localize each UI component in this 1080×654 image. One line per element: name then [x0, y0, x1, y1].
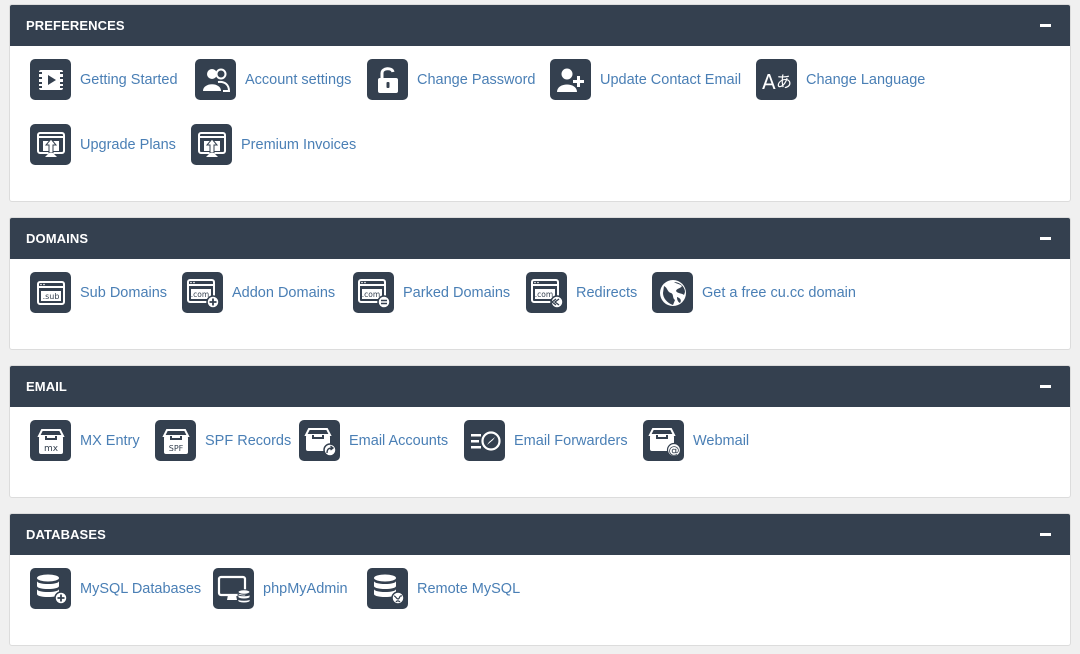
item-free-cu-cc-domain[interactable]: Get a free cu.cc domain: [652, 272, 856, 313]
video-play-icon: [30, 59, 71, 100]
users-icon: [195, 59, 236, 100]
item-change-language[interactable]: Aあ Change Language: [756, 59, 925, 100]
item-getting-started[interactable]: Getting Started: [30, 59, 178, 100]
panel-header-domains[interactable]: DOMAINS: [10, 218, 1070, 259]
item-label: MySQL Databases: [80, 580, 202, 597]
item-label: Parked Domains: [403, 284, 511, 301]
item-update-contact-email[interactable]: Update Contact Email: [550, 59, 741, 100]
svg-text:SPF: SPF: [168, 444, 183, 453]
item-upgrade-plans[interactable]: Upgrade Plans: [30, 124, 176, 165]
unlock-icon: [367, 59, 408, 100]
item-label: Email Forwarders: [514, 432, 628, 449]
panel-header-preferences[interactable]: PREFERENCES: [10, 5, 1070, 46]
database-add-icon: [30, 568, 71, 609]
item-label: Account settings: [245, 71, 352, 88]
item-label: Redirects: [576, 284, 638, 301]
item-label: SPF Records: [205, 432, 292, 449]
svg-text:.com: .com: [534, 290, 552, 299]
browser-upload-icon: [191, 124, 232, 165]
translate-icon: Aあ: [756, 59, 797, 100]
collapse-button[interactable]: [1038, 380, 1052, 394]
add-user-icon: [550, 59, 591, 100]
svg-text:.sub: .sub: [42, 292, 59, 301]
item-mysql-databases[interactable]: MySQL Databases: [30, 568, 201, 609]
item-spf-records[interactable]: SPF SPF Records: [155, 420, 291, 461]
item-premium-invoices[interactable]: Premium Invoices: [191, 124, 356, 165]
browser-upload-icon: [30, 124, 71, 165]
item-label: Update Contact Email: [600, 71, 742, 88]
item-email-forwarders[interactable]: Email Forwarders: [464, 420, 628, 461]
item-remote-mysql[interactable]: Remote MySQL: [367, 568, 520, 609]
svg-text:A: A: [762, 70, 776, 93]
email-forward-icon: [464, 420, 505, 461]
item-phpmyadmin[interactable]: phpMyAdmin: [213, 568, 348, 609]
minus-icon: [1039, 237, 1051, 240]
item-redirects[interactable]: .com Redirects: [526, 272, 637, 313]
svg-text:.com: .com: [361, 290, 379, 299]
mailbox-at-icon: @: [643, 420, 684, 461]
item-label: Premium Invoices: [241, 136, 357, 153]
item-email-accounts[interactable]: Email Accounts: [299, 420, 448, 461]
database-remote-icon: [367, 568, 408, 609]
svg-text:mx: mx: [43, 444, 58, 454]
item-sub-domains[interactable]: .sub Sub Domains: [30, 272, 167, 313]
item-account-settings[interactable]: Account settings: [195, 59, 351, 100]
panel-title: DOMAINS: [26, 231, 89, 246]
mailbox-spf-icon: SPF: [155, 420, 196, 461]
item-label: MX Entry: [80, 432, 140, 449]
svg-text:@: @: [668, 444, 679, 457]
panel-databases: DATABASES MySQL Databases phpMyAdmin Rem…: [9, 513, 1071, 646]
minus-icon: [1039, 24, 1051, 27]
collapse-button[interactable]: [1038, 19, 1052, 33]
collapse-button[interactable]: [1038, 232, 1052, 246]
collapse-button[interactable]: [1038, 528, 1052, 542]
panel-title: PREFERENCES: [26, 18, 125, 33]
panel-title: DATABASES: [26, 527, 106, 542]
panel-header-email[interactable]: EMAIL: [10, 366, 1070, 407]
item-label: Remote MySQL: [417, 580, 521, 597]
mailbox-share-icon: [299, 420, 340, 461]
panel-preferences: PREFERENCES Getting Started Account sett…: [9, 4, 1071, 202]
item-label: Email Accounts: [349, 432, 449, 449]
panel-title: EMAIL: [26, 379, 67, 394]
item-label: Addon Domains: [232, 284, 336, 301]
mailbox-mx-icon: mx: [30, 420, 71, 461]
item-addon-domains[interactable]: .com Addon Domains: [182, 272, 335, 313]
item-webmail[interactable]: @ Webmail: [643, 420, 749, 461]
sub-domain-icon: .sub: [30, 272, 71, 313]
globe-icon: [652, 272, 693, 313]
panel-email: EMAIL mx MX Entry SPF SPF Records Email …: [9, 365, 1071, 498]
item-change-password[interactable]: Change Password: [367, 59, 536, 100]
panel-header-databases[interactable]: DATABASES: [10, 514, 1070, 555]
panel-domains: DOMAINS .sub Sub Domains .com Addon Doma…: [9, 217, 1071, 350]
item-label: Get a free cu.cc domain: [702, 284, 856, 301]
item-label: Webmail: [693, 432, 750, 449]
minus-icon: [1039, 533, 1051, 536]
parked-domain-icon: .com: [353, 272, 394, 313]
item-mx-entry[interactable]: mx MX Entry: [30, 420, 140, 461]
redirect-domain-icon: .com: [526, 272, 567, 313]
minus-icon: [1039, 385, 1051, 388]
item-label: Change Password: [417, 71, 536, 88]
item-label: phpMyAdmin: [263, 580, 348, 597]
svg-text:.com: .com: [190, 290, 208, 299]
svg-text:あ: あ: [776, 72, 792, 91]
item-label: Change Language: [806, 71, 926, 88]
item-parked-domains[interactable]: .com Parked Domains: [353, 272, 510, 313]
item-label: Getting Started: [80, 71, 178, 88]
addon-domain-icon: .com: [182, 272, 223, 313]
monitor-database-icon: [213, 568, 254, 609]
item-label: Sub Domains: [80, 284, 168, 301]
item-label: Upgrade Plans: [80, 136, 176, 153]
